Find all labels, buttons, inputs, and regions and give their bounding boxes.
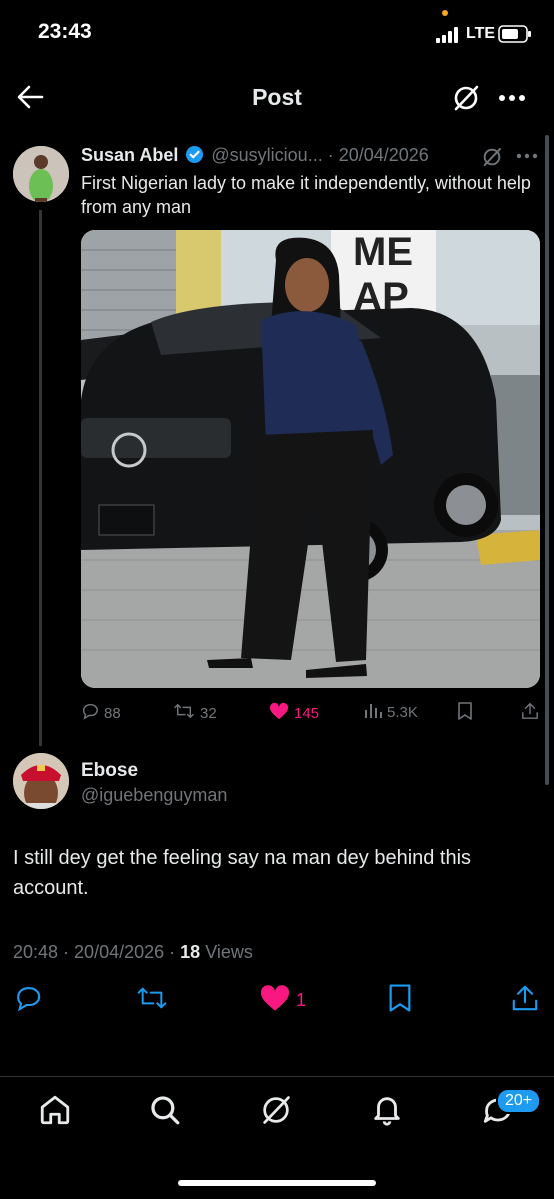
scrollbar[interactable] <box>545 135 549 785</box>
heart-filled-icon <box>259 985 291 1016</box>
views-chart-icon <box>364 702 382 722</box>
share-button[interactable] <box>521 702 539 724</box>
privacy-indicator-dot <box>442 10 448 16</box>
repost-button[interactable] <box>136 984 168 1017</box>
share-icon <box>511 985 539 1016</box>
cell-signal-icon <box>436 27 460 43</box>
grok-icon[interactable] <box>451 83 481 113</box>
repost-icon <box>173 702 195 724</box>
reply-author-name[interactable]: Ebose <box>81 760 138 782</box>
separator: · <box>322 145 339 165</box>
chat-bubble-icon <box>481 1098 515 1131</box>
post-date: 20/04/2026 <box>338 145 429 165</box>
repost-count: 32 <box>200 704 217 722</box>
post-time: 20:48 <box>13 942 59 962</box>
grok-icon[interactable] <box>481 146 503 168</box>
post-meta: 20:48 · 20/04/2026 · 18 Views <box>13 942 253 963</box>
grok-icon <box>259 1096 293 1131</box>
avatar[interactable] <box>13 753 69 809</box>
bookmark-button[interactable] <box>457 702 473 724</box>
quoted-post-text: First Nigerian lady to make it independe… <box>81 173 531 217</box>
sign-line-1: ME <box>353 230 413 274</box>
author-handle[interactable]: @susyliciou... <box>211 145 322 165</box>
views-button[interactable]: 5.3K <box>364 702 418 722</box>
share-button[interactable] <box>511 984 539 1017</box>
thread-line <box>39 210 42 746</box>
quoted-post-header: Susan Abel @susyliciou... · 20/04/2026 <box>81 145 541 169</box>
separator: · <box>164 942 181 962</box>
search-icon <box>148 1096 182 1131</box>
like-button[interactable]: 145 <box>269 702 319 724</box>
avatar[interactable] <box>13 146 69 202</box>
nav-search[interactable] <box>148 1093 182 1132</box>
battery-icon <box>498 25 532 43</box>
reply-icon <box>14 987 42 1016</box>
share-icon <box>521 702 539 724</box>
repost-button[interactable]: 32 <box>173 702 217 724</box>
more-options-icon[interactable] <box>516 148 538 164</box>
reply-button[interactable] <box>14 984 42 1017</box>
like-count: 145 <box>294 704 320 722</box>
views-label: Views <box>205 942 253 962</box>
heart-filled-icon <box>269 702 289 724</box>
nav-grok[interactable] <box>259 1093 293 1132</box>
repost-icon <box>136 987 168 1016</box>
like-count: 1 <box>296 990 307 1010</box>
network-type: LTE <box>466 25 496 42</box>
notifications-badge: 20+ <box>496 1088 542 1114</box>
status-time: 23:43 <box>38 20 92 43</box>
like-button[interactable] <box>259 984 291 1017</box>
post-date: 20/04/2026 <box>74 942 165 962</box>
bookmark-icon <box>457 702 473 724</box>
home-icon <box>38 1095 72 1131</box>
divider <box>0 1076 554 1077</box>
home-indicator[interactable] <box>178 1180 376 1186</box>
nav-home[interactable] <box>38 1093 72 1132</box>
nav-notifications[interactable] <box>370 1093 404 1132</box>
more-options-icon[interactable] <box>498 88 526 108</box>
verified-badge-icon <box>185 145 204 169</box>
reply-author-handle[interactable]: @iguebenguyman <box>81 785 227 806</box>
reply-icon <box>81 702 99 724</box>
views-count: 5.3K <box>387 703 418 721</box>
reply-button[interactable]: 88 <box>81 702 121 724</box>
quoted-post-actions: 88 32 145 5.3K <box>81 702 541 726</box>
bookmark-icon <box>387 984 413 1016</box>
author-name[interactable]: Susan Abel <box>81 145 178 165</box>
bookmark-button[interactable] <box>387 984 413 1017</box>
reply-text: I still dey get the feeling say na man d… <box>13 847 472 899</box>
views-count: 18 <box>180 942 201 962</box>
separator: · <box>58 942 75 962</box>
bell-icon <box>370 1097 404 1131</box>
post-photo[interactable]: ME AP <box>81 230 540 688</box>
reply-count: 88 <box>104 704 121 722</box>
